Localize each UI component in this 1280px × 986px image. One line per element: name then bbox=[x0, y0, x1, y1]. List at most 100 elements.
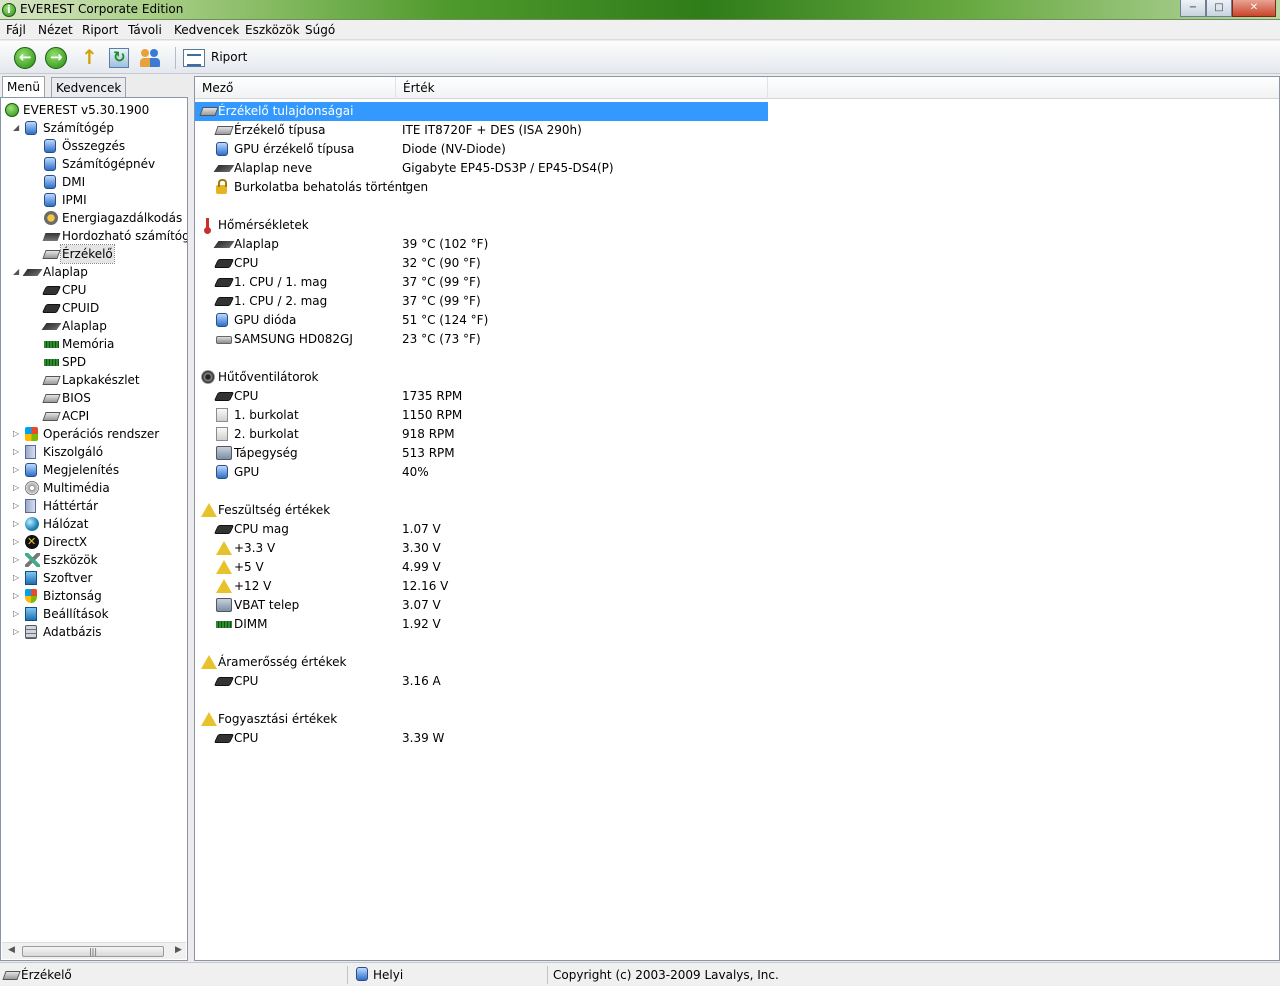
tree-item[interactable]: SPD bbox=[1, 353, 187, 371]
table-row[interactable]: 1. CPU / 1. mag 37 °C (99 °F) bbox=[195, 273, 1279, 292]
maximize-button[interactable]: □ bbox=[1206, 0, 1232, 17]
refresh-button[interactable] bbox=[106, 45, 132, 71]
column-header-value[interactable]: Érték bbox=[396, 77, 768, 99]
tree-item[interactable]: Számítógépnév bbox=[1, 155, 187, 173]
table-row[interactable]: SAMSUNG HD082GJ 23 °C (73 °F) bbox=[195, 330, 1279, 349]
tree-item[interactable]: ▷ Beállítások bbox=[1, 605, 187, 623]
table-row[interactable]: Alaplap 39 °C (102 °F) bbox=[195, 235, 1279, 254]
tree-item[interactable]: Összegzés bbox=[1, 137, 187, 155]
tree-item[interactable]: Alaplap bbox=[1, 317, 187, 335]
navigation-tree[interactable]: EVEREST v5.30.1900 ◢ Számítógép Összegzés Sz… bbox=[0, 97, 188, 961]
table-row[interactable]: VBAT telep 3.07 V bbox=[195, 596, 1279, 615]
tab-favorites[interactable]: Kedvencek bbox=[51, 77, 127, 98]
table-row[interactable]: Burkolatba behatolás történt Igen bbox=[195, 178, 1279, 197]
minimize-button[interactable]: − bbox=[1180, 0, 1206, 17]
group-header-row[interactable]: Fogyasztási értékek bbox=[195, 710, 1279, 729]
forward-button[interactable] bbox=[43, 45, 69, 71]
tree-item[interactable]: DMI bbox=[1, 173, 187, 191]
tree-item[interactable]: ▷ DirectX bbox=[1, 533, 187, 551]
tree-item[interactable]: Lapkakészlet bbox=[1, 371, 187, 389]
tree-item[interactable]: ◢ Alaplap bbox=[1, 263, 187, 281]
tree-item[interactable]: ▷ Szoftver bbox=[1, 569, 187, 587]
table-row[interactable]: Alaplap neve Gigabyte EP45-DS3P / EP45-DS… bbox=[195, 159, 1279, 178]
menu-remote[interactable]: Távoli bbox=[128, 23, 162, 37]
tree-expander-icon[interactable]: ◢ bbox=[13, 119, 23, 137]
tree-item[interactable]: ◢ Számítógép bbox=[1, 119, 187, 137]
table-row[interactable]: CPU 3.16 A bbox=[195, 672, 1279, 691]
field-cell: Alaplap bbox=[234, 237, 279, 251]
table-row[interactable]: CPU mag 1.07 V bbox=[195, 520, 1279, 539]
tree-expander-icon[interactable]: ▷ bbox=[13, 605, 23, 623]
table-row[interactable]: GPU 40% bbox=[195, 463, 1279, 482]
tree-expander-icon[interactable]: ▷ bbox=[13, 461, 23, 479]
table-row[interactable]: CPU 32 °C (90 °F) bbox=[195, 254, 1279, 273]
menu-file[interactable]: Fájl bbox=[6, 23, 26, 37]
tree-item[interactable]: Energiagazdálkodás bbox=[1, 209, 187, 227]
table-row[interactable]: GPU dióda 51 °C (124 °F) bbox=[195, 311, 1279, 330]
group-header-row[interactable]: Feszültség értékek bbox=[195, 501, 1279, 520]
tree-expander-icon[interactable]: ▷ bbox=[13, 533, 23, 551]
tree-expander-icon[interactable]: ▷ bbox=[13, 515, 23, 533]
tree-expander-icon[interactable]: ▷ bbox=[13, 497, 23, 515]
tree-expander-icon[interactable]: ◢ bbox=[13, 263, 23, 281]
table-row[interactable]: DIMM 1.92 V bbox=[195, 615, 1279, 634]
tree-expander-icon[interactable]: ▷ bbox=[13, 569, 23, 587]
tree-expander-icon[interactable]: ▷ bbox=[13, 425, 23, 443]
tree-expander-icon[interactable]: ▷ bbox=[13, 443, 23, 461]
table-row[interactable]: CPU 1735 RPM bbox=[195, 387, 1279, 406]
close-button[interactable]: ✕ bbox=[1232, 0, 1276, 17]
tree-item[interactable]: ▷ Hálózat bbox=[1, 515, 187, 533]
scroll-right-icon[interactable]: ▶ bbox=[175, 945, 182, 955]
group-header-row[interactable]: Áramerősség értékek bbox=[195, 653, 1279, 672]
tree-item[interactable]: EVEREST v5.30.1900 bbox=[1, 101, 187, 119]
menu-report[interactable]: Riport bbox=[82, 23, 118, 37]
tree-item[interactable]: IPMI bbox=[1, 191, 187, 209]
table-row[interactable]: +5 V 4.99 V bbox=[195, 558, 1279, 577]
tab-menu[interactable]: Menü bbox=[2, 76, 45, 98]
scroll-left-icon[interactable]: ◀ bbox=[8, 945, 15, 955]
menu-view[interactable]: Nézet bbox=[38, 23, 73, 37]
tree-expander-icon[interactable]: ▷ bbox=[13, 479, 23, 497]
column-header-field[interactable]: Mező bbox=[195, 77, 396, 99]
table-row[interactable]: GPU érzékelő típusa Diode (NV-Diode) bbox=[195, 140, 1279, 159]
tree-item[interactable]: ACPI bbox=[1, 407, 187, 425]
horizontal-scrollbar[interactable]: ◀ ||| ▶ bbox=[2, 942, 186, 959]
table-row[interactable]: Tápegység 513 RPM bbox=[195, 444, 1279, 463]
tree-item[interactable]: ▷ Operációs rendszer bbox=[1, 425, 187, 443]
scroll-thumb[interactable]: ||| bbox=[22, 946, 164, 957]
back-button[interactable] bbox=[12, 45, 38, 71]
report-button[interactable]: Riport bbox=[183, 47, 253, 69]
group-header-row[interactable]: Hűtőventilátorok bbox=[195, 368, 1279, 387]
table-row[interactable]: CPU 3.39 W bbox=[195, 729, 1279, 748]
tree-item[interactable]: ▷ Multimédia bbox=[1, 479, 187, 497]
tree-item[interactable]: Érzékelő bbox=[1, 244, 187, 264]
tree-item[interactable]: BIOS bbox=[1, 389, 187, 407]
menu-tools[interactable]: Eszközök bbox=[245, 23, 300, 37]
tree-expander-icon[interactable]: ▷ bbox=[13, 551, 23, 569]
tree-item[interactable]: ▷ Adatbázis bbox=[1, 623, 187, 641]
tree-item[interactable]: ▷ Háttértár bbox=[1, 497, 187, 515]
up-button[interactable] bbox=[75, 45, 101, 71]
tree-item[interactable]: CPUID bbox=[1, 299, 187, 317]
users-button[interactable] bbox=[137, 45, 163, 71]
tree-expander-icon[interactable]: ▷ bbox=[13, 623, 23, 641]
table-row[interactable]: Érzékelő típusa ITE IT8720F + DES (ISA 29… bbox=[195, 121, 1279, 140]
table-row[interactable]: 1. burkolat 1150 RPM bbox=[195, 406, 1279, 425]
value-cell: 1150 RPM bbox=[402, 408, 463, 422]
group-header-row[interactable]: Érzékelő tulajdonságai bbox=[195, 102, 768, 121]
tree-item[interactable]: ▷ Eszközök bbox=[1, 551, 187, 569]
table-row[interactable]: 1. CPU / 2. mag 37 °C (99 °F) bbox=[195, 292, 1279, 311]
tree-expander-icon[interactable]: ▷ bbox=[13, 587, 23, 605]
menu-help[interactable]: Súgó bbox=[305, 23, 335, 37]
menu-favorites[interactable]: Kedvencek bbox=[174, 23, 239, 37]
tree-item[interactable]: ▷ Biztonság bbox=[1, 587, 187, 605]
group-header-row[interactable]: Hőmérsékletek bbox=[195, 216, 1279, 235]
tree-item[interactable]: ▷ Kiszolgáló bbox=[1, 443, 187, 461]
table-row[interactable]: +12 V 12.16 V bbox=[195, 577, 1279, 596]
tree-item[interactable]: CPU bbox=[1, 281, 187, 299]
tree-item[interactable]: Hordozható számítógé bbox=[1, 227, 187, 245]
tree-item[interactable]: Memória bbox=[1, 335, 187, 353]
tree-item[interactable]: ▷ Megjelenítés bbox=[1, 461, 187, 479]
table-row[interactable]: 2. burkolat 918 RPM bbox=[195, 425, 1279, 444]
table-row[interactable]: +3.3 V 3.30 V bbox=[195, 539, 1279, 558]
